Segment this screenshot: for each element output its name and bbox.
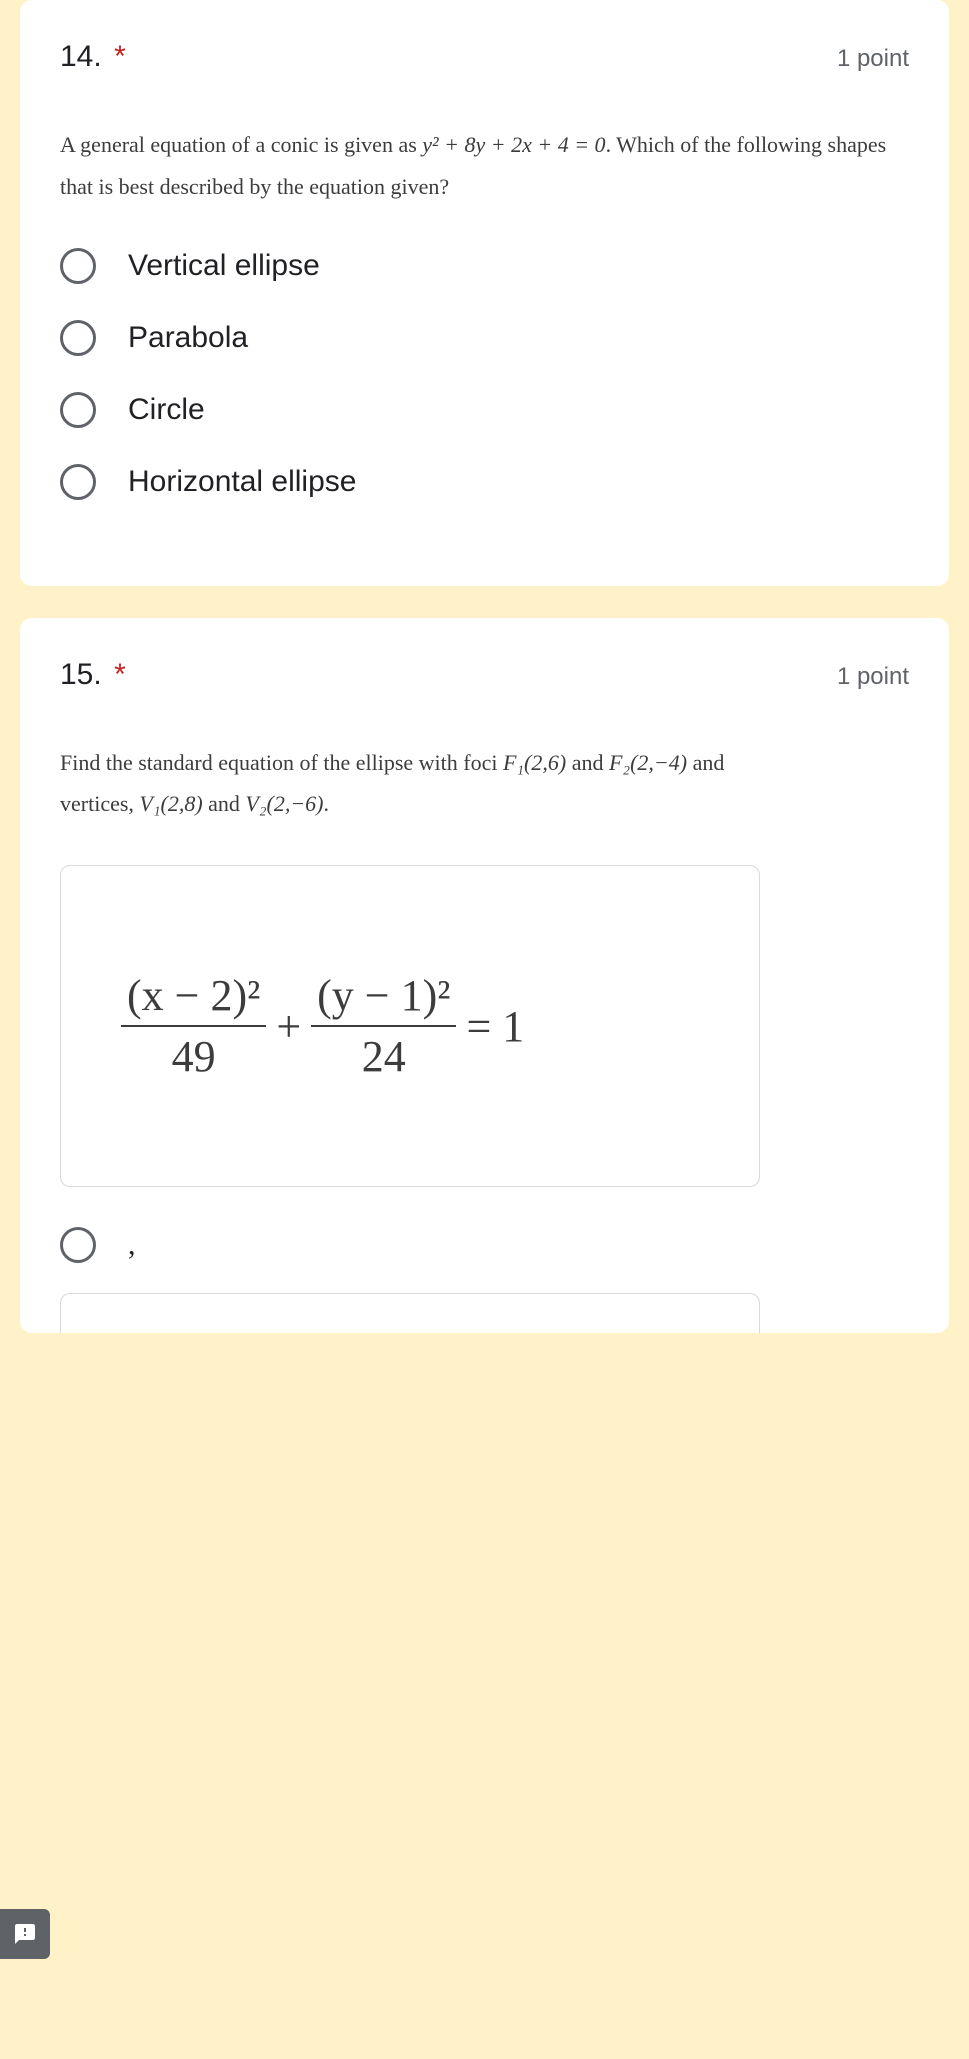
option-label: Vertical ellipse — [128, 249, 320, 283]
question-number: 15. * — [60, 658, 126, 692]
report-problem-button[interactable] — [0, 1909, 50, 1959]
prompt-v1: V₁(2,8) — [139, 791, 202, 816]
question-header: 14. * 1 point — [60, 40, 909, 74]
prompt-f2: F₂(2,−4) — [609, 750, 687, 775]
question-card-14: 14. * 1 point A general equation of a co… — [20, 0, 949, 586]
equation-expression: (x − 2)² 49 + (y − 1)² 24 = 1 — [101, 966, 719, 1086]
number-text: 15. — [60, 658, 102, 691]
question-prompt: Find the standard equation of the ellips… — [60, 742, 909, 826]
plus-sign: + — [276, 1001, 301, 1052]
options-list: Vertical ellipse Parabola Circle Horizon… — [60, 248, 909, 500]
option-circle[interactable]: Circle — [60, 392, 909, 428]
option-label: Circle — [128, 393, 205, 427]
question-card-15: 15. * 1 point Find the standard equation… — [20, 618, 949, 1334]
question-header: 15. * 1 point — [60, 658, 909, 692]
question-number: 14. * — [60, 40, 126, 74]
denominator-1: 49 — [166, 1027, 222, 1086]
radio-icon — [60, 392, 96, 428]
option-horizontal-ellipse[interactable]: Horizontal ellipse — [60, 464, 909, 500]
prompt-f1: F₁(2,6) — [503, 750, 566, 775]
radio-icon — [60, 464, 96, 500]
points-label: 1 point — [837, 45, 909, 73]
question-prompt: A general equation of a conic is given a… — [60, 124, 909, 208]
prompt-v2: V₂(2,−6) — [245, 791, 323, 816]
numerator-1: (x − 2)² — [121, 966, 266, 1025]
required-asterisk: * — [114, 40, 126, 73]
option-parabola[interactable]: Parabola — [60, 320, 909, 356]
fraction-2: (y − 1)² 24 — [311, 966, 456, 1086]
equals-one: = 1 — [466, 1001, 524, 1052]
report-icon — [13, 1922, 37, 1946]
option-label: Parabola — [128, 321, 248, 355]
prompt-equation: y² + 8y + 2x + 4 = 0 — [422, 132, 605, 157]
option-equation-1[interactable]: , — [60, 1227, 909, 1263]
required-asterisk: * — [114, 658, 126, 691]
denominator-2: 24 — [356, 1027, 412, 1086]
numerator-2: (y − 1)² — [311, 966, 456, 1025]
option-label: , — [128, 1228, 136, 1262]
prompt-text-pre: A general equation of a conic is given a… — [60, 132, 422, 157]
prompt-and2: and — [687, 750, 724, 775]
option-vertical-ellipse[interactable]: Vertical ellipse — [60, 248, 909, 284]
radio-icon — [60, 320, 96, 356]
equation-image-box-partial — [60, 1293, 760, 1333]
prompt-and1: and — [566, 750, 609, 775]
prompt-line2-a: vertices, — [60, 791, 139, 816]
prompt-and3: and — [203, 791, 246, 816]
prompt-period: . — [324, 791, 330, 816]
number-text: 14. — [60, 40, 102, 73]
option-label: Horizontal ellipse — [128, 465, 356, 499]
fraction-1: (x − 2)² 49 — [121, 966, 266, 1086]
radio-icon — [60, 248, 96, 284]
equation-image-box: (x − 2)² 49 + (y − 1)² 24 = 1 — [60, 865, 760, 1187]
radio-icon — [60, 1227, 96, 1263]
prompt-line1-a: Find the standard equation of the ellips… — [60, 750, 503, 775]
points-label: 1 point — [837, 663, 909, 691]
